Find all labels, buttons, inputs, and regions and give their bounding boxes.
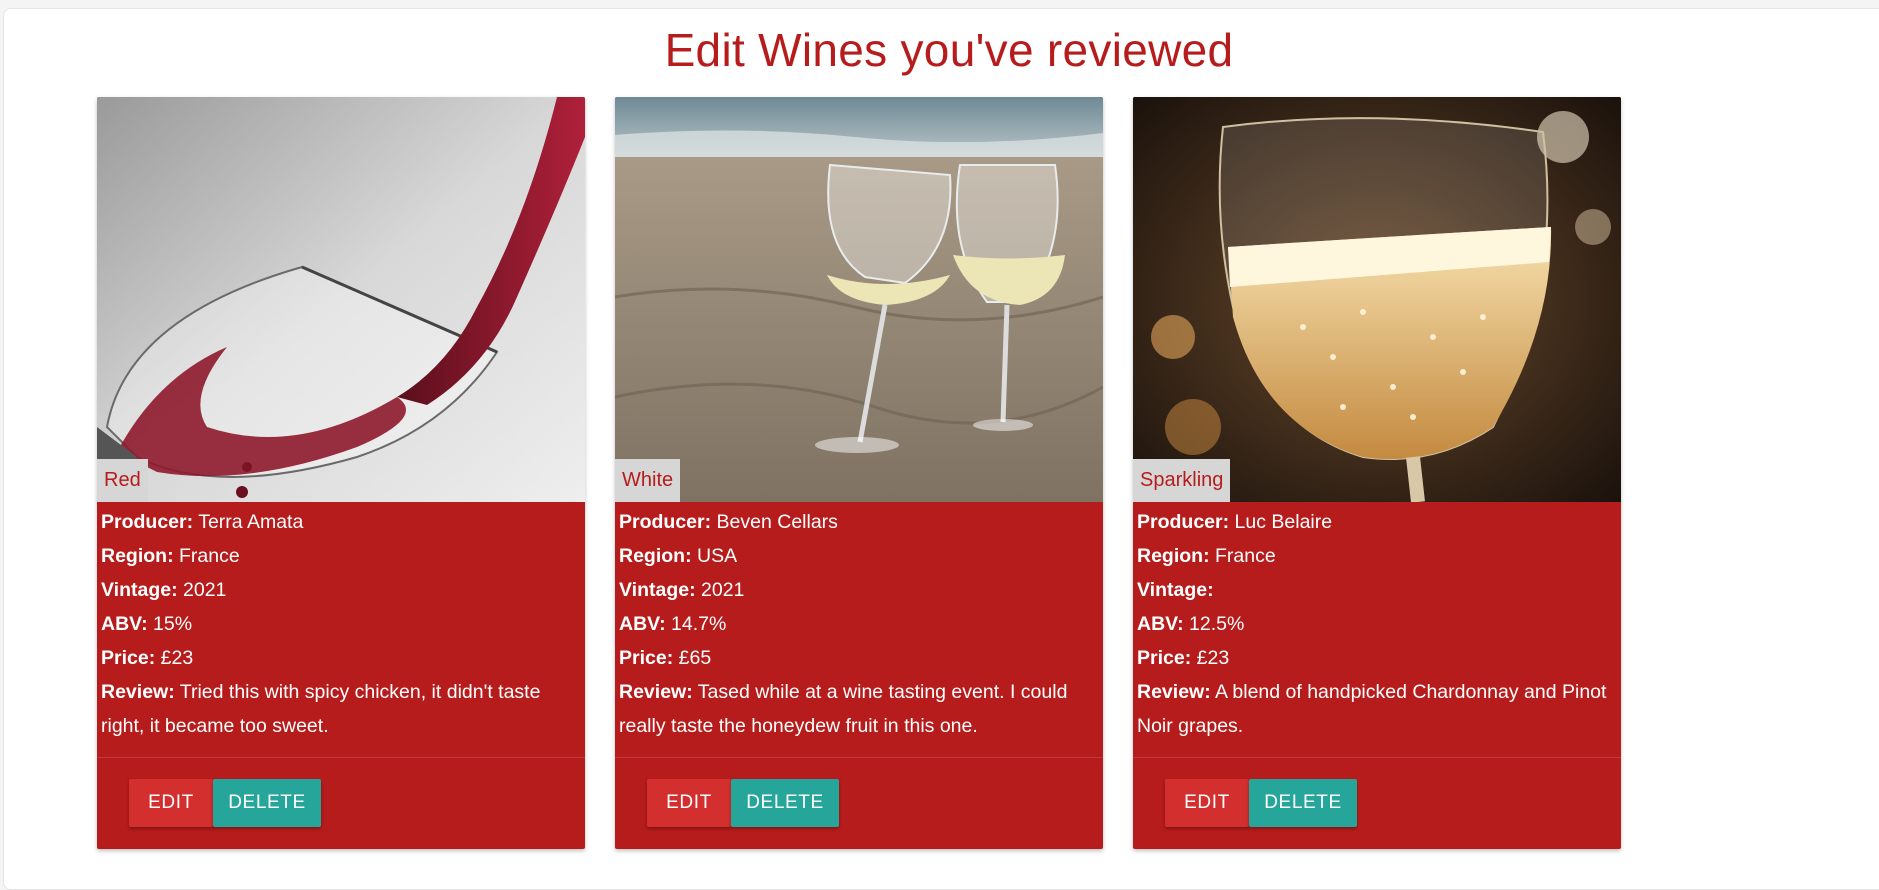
abv-row: ABV: 14.7% [619,607,1099,641]
producer-label: Producer: [101,511,194,533]
abv-label: ABV: [619,613,666,635]
producer-label: Producer: [619,511,712,533]
review-row: Review: Tried this with spicy chicken, i… [101,675,581,743]
vintage-row: Vintage: 2021 [101,573,581,607]
vintage-label: Vintage: [101,579,178,601]
card-divider [1133,757,1621,758]
producer-value: Luc Belaire [1234,511,1333,533]
wine-card-white: White Producer: Beven Cellars Region: US… [615,97,1103,849]
price-row: Price: £23 [101,641,581,675]
wine-card-sparkling: Sparkling Producer: Luc Belaire Region: … [1133,97,1621,849]
producer-row: Producer: Terra Amata [101,505,581,539]
vintage-row: Vintage: 2021 [619,573,1099,607]
delete-button[interactable]: Delete [1249,779,1357,827]
vintage-value: 2021 [183,579,227,601]
card-divider [615,757,1103,758]
wine-details: Producer: Terra Amata Region: France Vin… [101,505,581,743]
review-label: Review: [619,681,693,703]
wine-image: Sparkling [1133,97,1621,502]
card-actions: Edit Delete [1165,779,1357,827]
vintage-value: 2021 [701,579,745,601]
price-label: Price: [101,647,156,669]
edit-button[interactable]: Edit [647,779,731,827]
abv-value: 14.7% [671,613,727,635]
region-label: Region: [1137,545,1210,567]
delete-button[interactable]: Delete [731,779,839,827]
card-divider [97,757,585,758]
edit-button[interactable]: Edit [129,779,213,827]
review-row: Review: A blend of handpicked Chardonnay… [1137,675,1617,743]
price-value: £65 [678,647,712,669]
producer-value: Terra Amata [198,511,304,533]
price-row: Price: £65 [619,641,1099,675]
abv-value: 15% [153,613,193,635]
price-row: Price: £23 [1137,641,1617,675]
wine-type-badge: Red [97,459,148,502]
region-value: USA [697,545,738,567]
producer-label: Producer: [1137,511,1230,533]
producer-row: Producer: Luc Belaire [1137,505,1617,539]
card-actions: Edit Delete [647,779,839,827]
region-value: France [1215,545,1276,567]
delete-button[interactable]: Delete [213,779,321,827]
region-row: Region: France [1137,539,1617,573]
region-label: Region: [101,545,174,567]
card-actions: Edit Delete [129,779,321,827]
region-row: Region: USA [619,539,1099,573]
producer-value: Beven Cellars [716,511,838,533]
producer-row: Producer: Beven Cellars [619,505,1099,539]
price-value: £23 [160,647,194,669]
wine-details: Producer: Luc Belaire Region: France Vin… [1137,505,1617,743]
vintage-label: Vintage: [1137,579,1214,601]
review-label: Review: [101,681,175,703]
wine-type-badge: Sparkling [1133,459,1231,502]
price-label: Price: [619,647,674,669]
price-label: Price: [1137,647,1192,669]
abv-label: ABV: [1137,613,1184,635]
price-value: £23 [1196,647,1230,669]
wine-card-red: Red Producer: Terra Amata Region: France… [97,97,585,849]
vintage-row: Vintage: [1137,573,1617,607]
wine-image: Red [97,97,585,502]
edit-button[interactable]: Edit [1165,779,1249,827]
vintage-label: Vintage: [619,579,696,601]
region-value: France [179,545,240,567]
review-label: Review: [1137,681,1211,703]
abv-label: ABV: [101,613,148,635]
abv-row: ABV: 15% [101,607,581,641]
wine-details: Producer: Beven Cellars Region: USA Vint… [619,505,1099,743]
wine-image: White [615,97,1103,502]
abv-value: 12.5% [1189,613,1245,635]
page-title: Edit Wines you've reviewed [664,24,1234,76]
region-label: Region: [619,545,692,567]
region-row: Region: France [101,539,581,573]
abv-row: ABV: 12.5% [1137,607,1617,641]
review-row: Review: Tased while at a wine tasting ev… [619,675,1099,743]
wine-type-badge: White [615,459,681,502]
